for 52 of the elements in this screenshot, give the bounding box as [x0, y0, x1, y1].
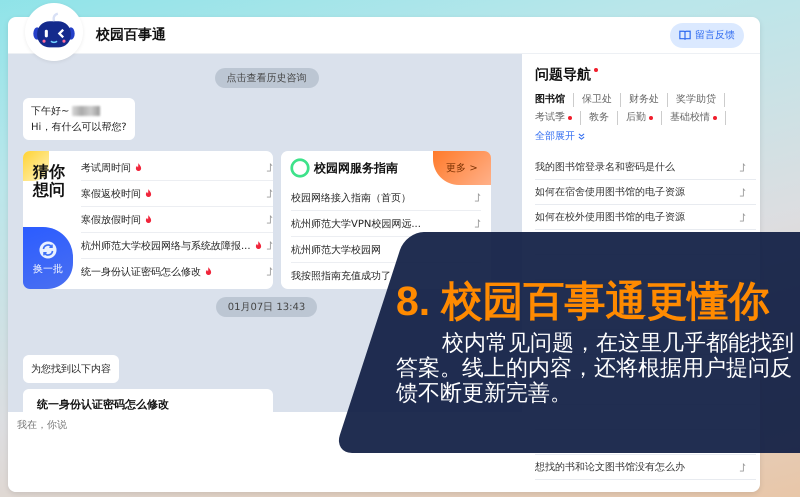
book-icon — [679, 30, 691, 40]
more-button[interactable]: 更多 > — [433, 151, 491, 185]
question-text: 统一身份认证密码怎么修改 — [81, 266, 201, 278]
question-text: 寒假返校时间 — [81, 188, 141, 200]
category-tab[interactable]: 考试季 — [535, 111, 581, 125]
caption-text: 校内常见问题，在这里几乎都能找到答案。线上的内容，还将根据用户提问反馈不断更新完善。 — [396, 331, 796, 406]
question-link[interactable]: 寒假放假时间 — [81, 207, 273, 233]
question-link[interactable]: 统一身份认证密码怎么修改 — [81, 259, 273, 284]
result-title: 统一身份认证密码怎么修改 — [37, 398, 169, 411]
reply-bubble: 为您找到以下内容 — [23, 355, 119, 383]
category-tab[interactable]: 教务 — [581, 111, 618, 125]
category-tab[interactable]: 财务处 — [621, 93, 668, 107]
guide-link[interactable]: 杭州师范大学VPN校园网远... — [291, 216, 421, 230]
caption-headline: 8. 校园百事通更懂你 — [396, 280, 771, 324]
guide-link[interactable]: 杭州师范大学校园网 — [291, 242, 381, 256]
category-tab[interactable]: 后勤 — [618, 111, 662, 125]
chevron-down-icon — [578, 132, 585, 140]
question-link[interactable]: 如何在校外使用图书馆的电子资源 — [535, 205, 756, 230]
card-title: 猜你想问 — [33, 163, 66, 200]
question-link[interactable]: 我的图书馆登录名和密码是什么 — [535, 155, 756, 180]
question-text: 考试周时间 — [81, 162, 131, 174]
app-title: 校园百事通 — [96, 26, 166, 44]
ring-decoration-icon — [289, 157, 311, 179]
category-tab[interactable]: 保卫处 — [574, 93, 621, 107]
guide-link[interactable]: 校园网络接入指南（首页） — [291, 190, 411, 204]
card-title: 校园网服务指南 — [314, 160, 398, 176]
guide-link[interactable]: 我按照指南充值成功了 — [291, 268, 391, 282]
greeting-text: Hi，有什么可以帮您? — [31, 120, 127, 134]
question-text: 杭州师范大学校园网络与系统故障报... — [81, 240, 251, 252]
category-tab[interactable]: 奖学助贷 — [668, 93, 725, 107]
question-text: 我的图书馆登录名和密码是什么 — [535, 160, 675, 174]
question-link[interactable]: 考试周时间 — [81, 155, 273, 181]
message-input[interactable]: 我在，你说 — [17, 418, 217, 433]
timestamp: 01月07日 13:43 — [216, 297, 318, 317]
question-link[interactable]: 想找的书和论文图书馆没有怎么办 — [535, 455, 756, 480]
question-link[interactable]: 如何在宿舍使用图书馆的电子资源 — [535, 180, 756, 205]
expand-link[interactable]: 全部展开 — [535, 129, 585, 143]
history-link[interactable]: 点击查看历史咨询 — [214, 68, 318, 88]
question-text: 如何在校外使用图书馆的电子资源 — [535, 210, 685, 224]
refresh-button[interactable]: 换一批 — [23, 227, 73, 289]
corner-decoration — [23, 151, 49, 181]
question-text: 想找的书和论文图书馆没有怎么办 — [535, 460, 685, 474]
category-tab[interactable]: 图书馆 — [535, 93, 574, 107]
refresh-icon — [39, 240, 57, 258]
nav-title: 问题导航 — [535, 66, 591, 84]
question-link[interactable]: 寒假返校时间 — [81, 181, 273, 207]
question-text: 寒假放假时间 — [81, 214, 141, 226]
question-text: 如何在宿舍使用图书馆的电子资源 — [535, 186, 685, 199]
greeting-text: 下午好~ — [31, 105, 70, 118]
question-link[interactable]: 杭州师范大学校园网络与系统故障报... — [81, 233, 273, 259]
category-tab[interactable]: 基础校情 — [662, 111, 726, 125]
feedback-button[interactable]: 留言反馈 — [670, 22, 744, 48]
